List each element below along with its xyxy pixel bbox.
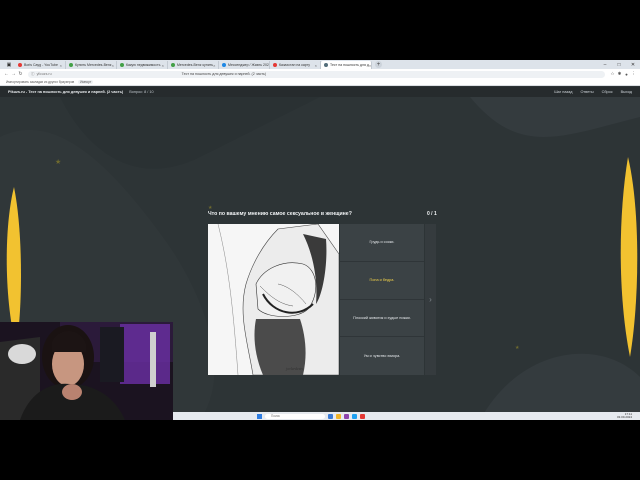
app-icon[interactable] — [344, 413, 349, 419]
svg-text:★: ★ — [515, 345, 520, 351]
window-controls: – □ ✕ — [598, 62, 640, 68]
tab-label: Mercedes-Benz купить — [177, 63, 214, 67]
nav-exit[interactable]: Выход — [621, 90, 632, 94]
tab-favicon-icon — [324, 63, 328, 67]
window-menu-icon[interactable]: ▣ — [3, 61, 15, 68]
tab-close-icon[interactable]: × — [112, 63, 114, 68]
answer-option-3[interactable]: Плоский животик и худые ножки. — [340, 300, 424, 338]
answer-list: Грудь и соски. Попа и бедра. Плоский жив… — [340, 224, 424, 375]
taskbar-apps — [328, 413, 365, 419]
score-counter: 0 / 1 — [427, 211, 437, 217]
question-image: jovlzrdestv — [208, 224, 339, 375]
tab-close-icon[interactable]: × — [369, 63, 371, 68]
taskbar-search[interactable]: Поиск — [265, 413, 325, 419]
star-icon[interactable]: ☆ — [609, 71, 616, 77]
tab-label: Boris Cayg - YouTube — [24, 63, 58, 67]
tab-label: Мессенджер / Жизнь 2024 — [228, 63, 270, 67]
webcam-overlay — [0, 322, 173, 420]
browser-tab[interactable]: Мессенджер / Жизнь 2024× — [219, 61, 270, 69]
tab-label: Купить Mercedes-Benz — [75, 63, 112, 67]
answer-option-1[interactable]: Грудь и соски. — [340, 224, 424, 262]
omnibox-page-title: Тест на пошлость для девушек и парней. (… — [181, 72, 267, 76]
tab-label: Тест на пошлость для д — [330, 63, 369, 67]
site-title[interactable]: Pikuzs.ru - Тест на пошлость для девушек… — [8, 90, 123, 94]
nav-reset[interactable]: Сброс — [602, 90, 613, 94]
bookmarks-bar: Импортировать закладки из других браузер… — [0, 79, 640, 86]
browser-tab-bar: ▣ Boris Cayg - YouTube × Купить Mercedes-B… — [0, 60, 640, 69]
nav-step-back[interactable]: Шаг назад — [554, 90, 572, 94]
tab-close-icon[interactable]: × — [315, 63, 317, 68]
site-header: Pikuzs.ru - Тест на пошлость для девушек… — [0, 87, 640, 97]
forward-icon[interactable]: → — [10, 71, 17, 77]
explorer-icon[interactable] — [336, 413, 341, 419]
tab-favicon-icon — [273, 63, 277, 67]
taskbar-clock[interactable]: 17:11 03.09.2024 — [616, 412, 632, 420]
image-signature: jovlzrdestv — [285, 366, 303, 371]
svg-text:★: ★ — [55, 158, 61, 166]
maximize-icon[interactable]: □ — [612, 62, 626, 68]
tab-favicon-icon — [171, 63, 175, 67]
tab-close-icon[interactable]: × — [162, 63, 164, 68]
puzzle-icon[interactable]: ✱ — [616, 71, 623, 77]
address-bar: ← → ↻ ⓘ yllcuzs.ru Тест на пошлость для … — [0, 69, 640, 79]
menu-icon[interactable]: ⋮ — [630, 71, 637, 77]
tab-label: Казахстан на карту — [279, 63, 311, 67]
tab-close-icon[interactable]: × — [60, 63, 62, 68]
omnibox[interactable]: ⓘ yllcuzs.ru Тест на пошлость для девуше… — [28, 70, 605, 78]
answer-option-2[interactable]: Попа и бедра. — [340, 262, 424, 300]
tab-close-icon[interactable]: × — [213, 63, 215, 68]
browser-tab[interactable]: Boris Cayg - YouTube × — [15, 61, 66, 69]
browser-tab[interactable]: Тест на пошлость для д × — [321, 61, 372, 69]
tab-favicon-icon — [222, 63, 226, 67]
profile-icon[interactable]: ● — [623, 72, 630, 77]
yandex-icon[interactable] — [360, 413, 365, 419]
nav-answers[interactable]: Ответы — [580, 90, 593, 94]
close-window-icon[interactable]: ✕ — [626, 62, 640, 68]
tab-favicon-icon — [120, 63, 124, 67]
back-icon[interactable]: ← — [3, 71, 10, 77]
browser-tab[interactable]: Купить Mercedes-Benz × — [66, 61, 117, 69]
taskview-icon[interactable] — [328, 413, 333, 419]
edge-icon[interactable] — [352, 413, 357, 419]
chevron-right-icon: › — [429, 295, 432, 304]
tab-strip: Boris Cayg - YouTube × Купить Mercedes-Ben… — [15, 60, 372, 69]
import-bookmarks-button[interactable]: Импорт — [78, 80, 94, 84]
windows-start-icon[interactable] — [257, 413, 262, 419]
url-text: yllcuzs.ru — [36, 72, 52, 76]
clock-date: 03.09.2024 — [616, 415, 632, 419]
right-yellow-swoosh — [620, 157, 638, 357]
browser-tab[interactable]: Какую недвижимость × — [117, 61, 168, 69]
tab-favicon-icon — [18, 63, 22, 67]
bookmarks-import-text: Импортировать закладки из других браузер… — [6, 80, 75, 84]
new-tab-button[interactable]: + — [375, 61, 382, 68]
tab-label: Какую недвижимость — [126, 63, 161, 67]
question-text: Что по вашему мнению самое сексуальное в… — [208, 211, 352, 217]
answer-option-4[interactable]: Ум и чувство юмора. — [340, 337, 424, 375]
question-counter: Вопрос: 8 / 10 — [129, 90, 154, 94]
site-nav: Шаг назад Ответы Сброс Выход — [554, 90, 632, 94]
site-info-icon[interactable]: ⓘ — [31, 72, 35, 77]
tab-favicon-icon — [69, 63, 73, 67]
reload-icon[interactable]: ↻ — [17, 71, 24, 77]
browser-tab[interactable]: Mercedes-Benz купить × — [168, 61, 219, 69]
next-question-button[interactable]: › — [425, 224, 436, 375]
minimize-icon[interactable]: – — [598, 62, 612, 68]
browser-tab[interactable]: Казахстан на карту × — [270, 61, 321, 69]
stream-frame: ▣ Boris Cayg - YouTube × Купить Mercedes-B… — [0, 0, 640, 480]
